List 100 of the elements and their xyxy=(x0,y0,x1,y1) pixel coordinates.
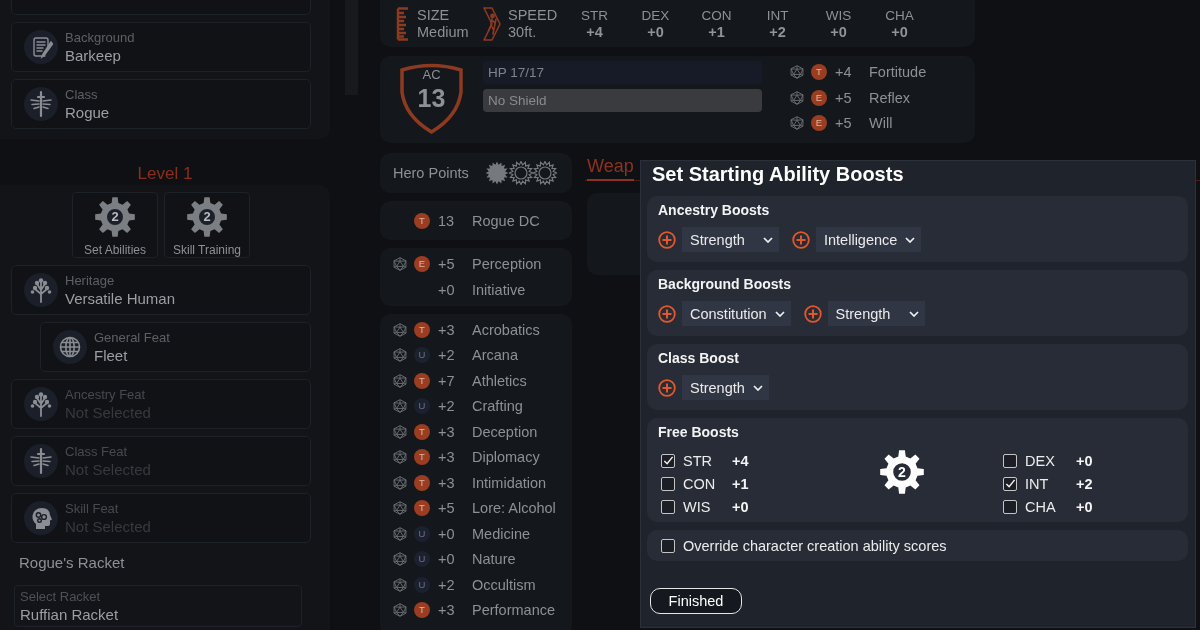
d20-icon[interactable] xyxy=(393,399,407,414)
sidebar-card[interactable]: Class Rogue xyxy=(11,79,311,129)
level-action-button[interactable]: 2 Skill Training xyxy=(164,192,250,258)
level-action-button[interactable]: 2 Set Abilities xyxy=(72,192,158,258)
d20-icon[interactable] xyxy=(790,116,804,131)
racket-heading: Rogue's Racket xyxy=(19,554,126,572)
checkbox[interactable] xyxy=(661,538,675,553)
ability-select[interactable]: Constitution xyxy=(682,301,791,326)
rank-badge: U xyxy=(414,398,430,415)
card-label: Class Feat xyxy=(65,443,129,460)
d20-icon[interactable] xyxy=(393,501,407,516)
finished-button[interactable]: Finished xyxy=(650,588,742,614)
sidebar-card[interactable]: Heritage Versatile Human xyxy=(11,265,311,315)
d20-icon[interactable] xyxy=(393,322,407,337)
sun-icon[interactable] xyxy=(533,161,557,185)
checkbox[interactable] xyxy=(1003,453,1017,468)
stat-name: Initiative xyxy=(472,282,526,298)
card-label: General Feat xyxy=(94,329,170,346)
d20-icon[interactable] xyxy=(790,90,804,105)
modifier: +4 xyxy=(835,64,853,81)
rank-badge: U xyxy=(414,576,430,593)
ability-label: DEX xyxy=(1025,452,1056,469)
d20-icon[interactable] xyxy=(393,526,407,541)
rank-badge: T xyxy=(414,602,430,619)
d20-icon[interactable] xyxy=(393,373,407,388)
ability-select[interactable]: Strength xyxy=(682,375,769,400)
ability-modifier: +4 xyxy=(586,23,603,41)
checkbox[interactable] xyxy=(1003,476,1017,491)
rank-badge: U xyxy=(414,551,430,568)
override-label: Override character creation ability scores xyxy=(683,537,947,554)
ability-select[interactable]: Strength xyxy=(827,301,925,326)
card-label: Background xyxy=(65,29,135,46)
ability-label: WIS xyxy=(683,498,712,515)
modifier: +5 xyxy=(835,89,853,106)
modifier: +7 xyxy=(438,372,456,389)
modifier: +3 xyxy=(438,474,456,491)
card-value: Fleet xyxy=(94,345,129,365)
sidebar-card[interactable]: Background Barkeep xyxy=(11,22,311,72)
stat-name: Deception xyxy=(472,423,538,440)
chevron-down-icon xyxy=(908,310,919,317)
ability-label: INT xyxy=(766,6,789,24)
ability-modifier: +0 xyxy=(830,23,847,41)
sidebar-card[interactable]: General Feat Fleet xyxy=(40,322,311,372)
checkbox[interactable] xyxy=(1003,499,1017,514)
modifier: +3 xyxy=(438,449,456,466)
level-heading: Level 1 xyxy=(136,164,194,185)
sun-icon[interactable] xyxy=(509,161,533,185)
checkbox[interactable] xyxy=(661,476,675,491)
modifier: +0 xyxy=(438,282,456,298)
stat-name: Diplomacy xyxy=(472,449,540,466)
d20-icon[interactable] xyxy=(393,348,407,363)
d20-icon[interactable] xyxy=(393,577,407,592)
d20-icon[interactable] xyxy=(790,65,804,80)
modifier: +5 xyxy=(438,256,456,272)
d20-icon[interactable] xyxy=(393,475,407,490)
ability-modifier: +2 xyxy=(769,23,786,41)
rank-badge: T xyxy=(414,423,430,440)
ruler-icon xyxy=(395,6,410,41)
plus-circle-icon[interactable] xyxy=(658,230,676,249)
d20-icon[interactable] xyxy=(393,424,407,439)
plus-circle-icon[interactable] xyxy=(803,304,822,323)
racket-select[interactable]: Select Racket Ruffian Racket xyxy=(14,585,302,627)
checkbox[interactable] xyxy=(661,499,675,514)
modifier: +3 xyxy=(438,423,456,440)
modifier: 13 xyxy=(438,212,456,229)
modifier: +3 xyxy=(438,602,456,619)
ability-label: CHA xyxy=(1025,498,1057,515)
plus-circle-icon[interactable] xyxy=(792,230,810,249)
ability-modifier: +0 xyxy=(647,23,664,41)
modifier: +3 xyxy=(438,321,456,338)
card-value: Rogue xyxy=(65,102,110,122)
section-title: Class Boost xyxy=(658,350,740,366)
chevron-down-icon xyxy=(905,236,916,243)
d20-icon[interactable] xyxy=(393,257,407,271)
head-gears-icon xyxy=(24,501,58,535)
stat-name: Nature xyxy=(472,551,516,568)
d20-icon[interactable] xyxy=(393,552,407,567)
stat-name: Medicine xyxy=(472,525,531,542)
rank-badge: T xyxy=(414,321,430,338)
stat-label: SIZE xyxy=(417,6,451,24)
modifier: +2 xyxy=(438,398,456,415)
checkbox[interactable] xyxy=(661,453,675,468)
sun-icon[interactable] xyxy=(485,161,509,185)
stat-name: Reflex xyxy=(869,89,911,106)
rank-badge: T xyxy=(811,64,827,81)
scroll-icon xyxy=(24,30,58,64)
ability-select[interactable]: Strength xyxy=(682,227,779,252)
ability-modifier: +0 xyxy=(891,23,908,41)
d20-icon[interactable] xyxy=(393,450,407,465)
stat-name: Will xyxy=(869,115,893,132)
stat-name: Acrobatics xyxy=(472,321,540,338)
modifier: +5 xyxy=(835,115,853,132)
ability-select[interactable]: Intelligence xyxy=(816,227,922,252)
d20-icon[interactable] xyxy=(393,603,407,618)
ability-label: CHA xyxy=(885,6,914,24)
hp-field[interactable]: HP 17/17 xyxy=(483,61,762,84)
card-value: Barkeep xyxy=(65,45,122,65)
plus-circle-icon[interactable] xyxy=(658,304,676,323)
plus-circle-icon[interactable] xyxy=(658,378,676,397)
stat-name: Crafting xyxy=(472,398,523,415)
